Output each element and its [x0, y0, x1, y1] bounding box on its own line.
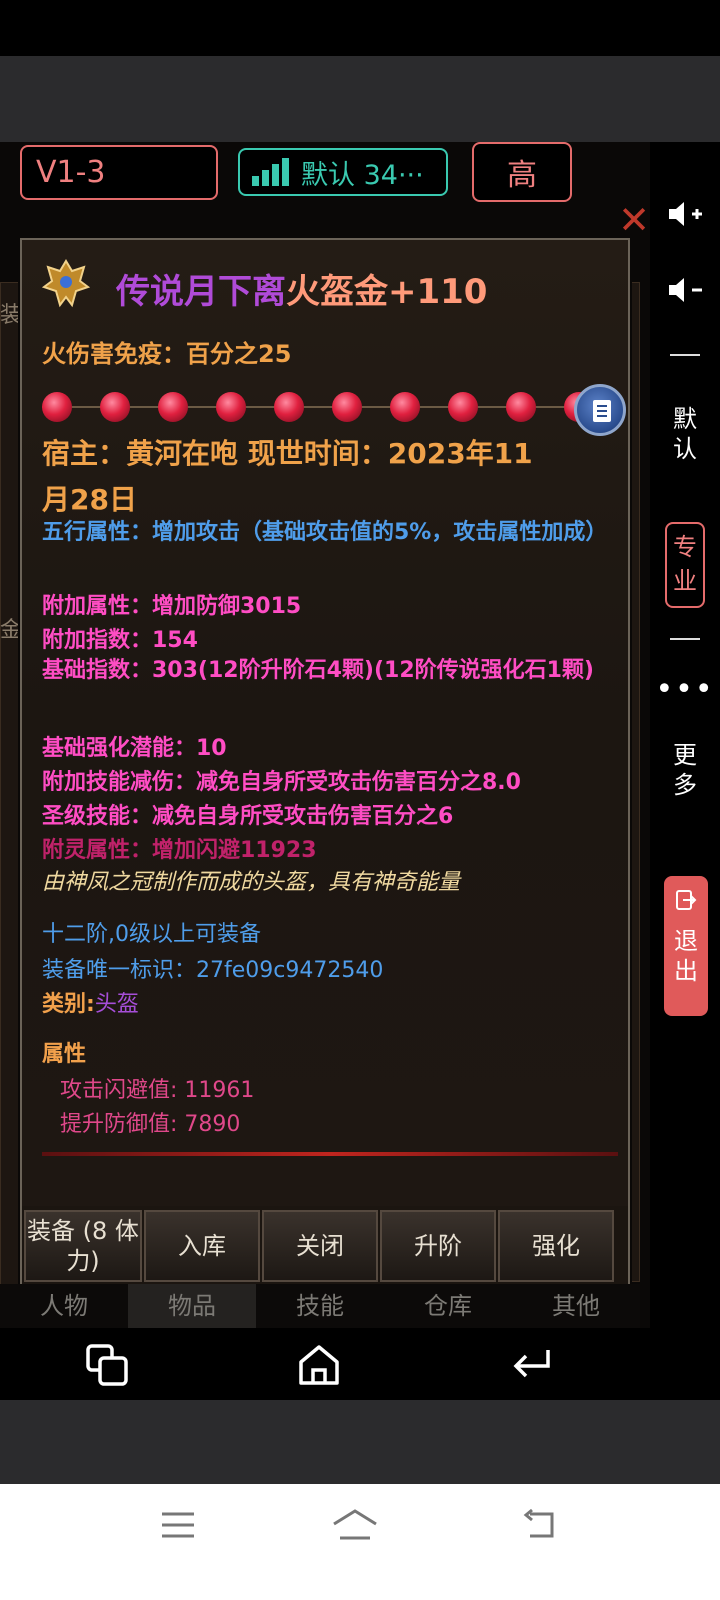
base-index: 基础指数：303(12阶升阶石4颗)(12阶传说强化石1颗)	[42, 658, 594, 683]
default-mode-button[interactable]: 默认	[665, 404, 705, 464]
more-button[interactable]: 更多	[665, 740, 705, 800]
gem-icon	[448, 392, 478, 422]
flavor-text: 由神凤之冠制作而成的头盔，具有神奇能量	[42, 870, 461, 895]
side-panel: 默认 ••• 更多	[650, 142, 720, 1354]
skill-reduce: 附加技能减伤：减免自身所受攻击伤害百分之8.0	[42, 770, 521, 795]
owner-line: 宿主：黄河在咆 现世时间：2023年11	[42, 437, 533, 470]
attr-title: 属性	[42, 1042, 87, 1067]
tab-other[interactable]: 其他	[512, 1284, 640, 1328]
server-selector[interactable]: V1-3	[20, 145, 218, 200]
equip-uid: 装备唯一标识：27fe09c9472540	[42, 958, 384, 983]
quality-button[interactable]: 高	[472, 142, 572, 202]
owner-line-date: 月28日	[42, 483, 137, 516]
exit-label: 退出	[674, 927, 698, 985]
back-icon[interactable]	[508, 1342, 554, 1392]
system-nav-bar	[0, 1484, 720, 1600]
status-bar	[0, 0, 720, 56]
item-name-part2: 火盔金+110	[286, 272, 488, 312]
side-divider	[670, 354, 700, 356]
volume-down-icon[interactable]	[650, 274, 720, 314]
category-label: 类别:	[42, 992, 95, 1017]
helmet-icon	[40, 258, 92, 310]
gem-icon	[216, 392, 246, 422]
more-dots-icon[interactable]: •••	[650, 674, 720, 706]
gem-icon	[100, 392, 130, 422]
gem-icon	[158, 392, 188, 422]
base-enhance: 基础强化潜能：10	[42, 736, 227, 761]
store-button[interactable]: 入库	[144, 1210, 260, 1282]
extra-index: 附加指数：154	[42, 628, 198, 653]
close-button[interactable]: 关闭	[262, 1210, 378, 1282]
tooltip-body: 传说月下离火盔金+110 火伤害免疫：百分之25 宿主：黄河在咆 现世时间：20…	[22, 240, 628, 1206]
game-nav-bar	[0, 1328, 720, 1400]
item-name: 传说月下离火盔金+110	[116, 264, 487, 313]
spirit-attr: 附灵属性：增加闪避11923	[42, 838, 317, 863]
tab-character[interactable]: 人物	[0, 1284, 128, 1328]
close-icon[interactable]: ✕	[614, 200, 654, 240]
menu-icon[interactable]	[160, 1510, 196, 1544]
extra-attr: 附加属性：增加防御3015	[42, 594, 302, 619]
bg-text-gold: 金	[0, 618, 23, 643]
home-icon[interactable]	[296, 1342, 342, 1392]
attr-defense: 提升防御值: 7890	[60, 1112, 241, 1137]
upgrade-button[interactable]: 升阶	[380, 1210, 496, 1282]
gem-icon	[506, 392, 536, 422]
tab-skills[interactable]: 技能	[256, 1284, 384, 1328]
home-outline-icon[interactable]	[330, 1508, 380, 1546]
copy-icon[interactable]	[84, 1342, 130, 1392]
note-icon[interactable]	[574, 384, 626, 436]
signal-icon	[252, 158, 289, 186]
enhance-button[interactable]: 强化	[498, 1210, 614, 1282]
volume-up-icon[interactable]	[650, 198, 720, 238]
gem-icon	[332, 392, 362, 422]
gem-row	[42, 386, 602, 426]
return-icon[interactable]	[520, 1508, 558, 1546]
bg-left-panel	[0, 282, 22, 1342]
fire-immunity: 火伤害免疫：百分之25	[42, 340, 292, 368]
tab-items[interactable]: 物品	[128, 1284, 256, 1328]
equip-button[interactable]: 装备 (8 体力)	[24, 1210, 142, 1282]
category: 类别:头盔	[42, 986, 139, 1018]
exit-icon	[676, 890, 697, 910]
gem-icon	[42, 392, 72, 422]
holy-skill: 圣级技能：减免自身所受攻击伤害百分之6	[42, 804, 454, 829]
bottom-gray-band	[0, 1400, 720, 1484]
exit-button[interactable]: 退出	[664, 876, 708, 1016]
equip-requirement: 十二阶,0级以上可装备	[42, 922, 261, 947]
bottom-tabs: 人物 物品 技能 仓库 其他	[0, 1284, 640, 1328]
quality-label: 高	[507, 158, 537, 193]
five-elements-attr: 五行属性：增加攻击（基础攻击值的5%，攻击属性加成）	[42, 520, 608, 545]
tooltip-divider	[42, 1152, 618, 1156]
top-gray-band	[0, 56, 720, 142]
item-tooltip: 传说月下离火盔金+110 火伤害免疫：百分之25 宿主：黄河在咆 现世时间：20…	[20, 238, 630, 1308]
line-selector[interactable]: 默认 34···	[238, 148, 448, 196]
side-divider	[670, 638, 700, 640]
gem-icon	[390, 392, 420, 422]
gem-icon	[274, 392, 304, 422]
pro-mode-button[interactable]: 专业	[665, 522, 705, 608]
item-name-part1: 传说月下离	[116, 272, 286, 312]
category-value: 头盔	[94, 992, 139, 1017]
tab-warehouse[interactable]: 仓库	[384, 1284, 512, 1328]
bg-text-equip: 装	[0, 303, 23, 328]
line-label: 默认 34···	[301, 159, 424, 191]
server-label: V1-3	[36, 155, 106, 190]
attr-dodge: 攻击闪避值: 11961	[60, 1078, 255, 1103]
